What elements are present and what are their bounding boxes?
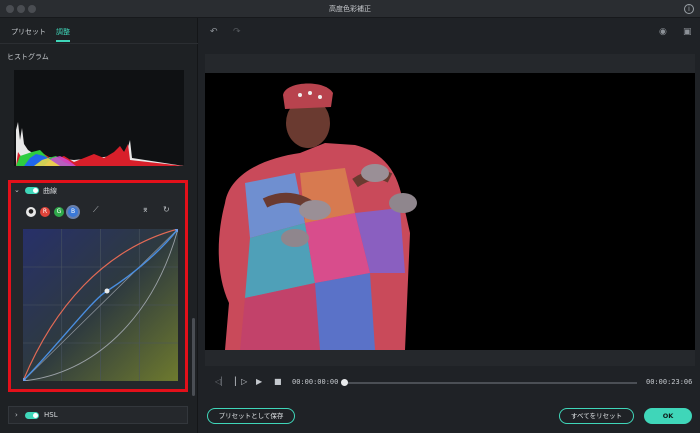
video-preview <box>205 73 695 350</box>
chevron-down-icon[interactable]: ⌄ <box>14 186 20 194</box>
timeline-playhead[interactable] <box>341 379 348 386</box>
hsl-section[interactable]: › HSL <box>8 406 188 424</box>
stop-icon[interactable]: ■ <box>274 377 282 386</box>
save-preset-button[interactable]: プリセットとして保存 <box>207 408 295 424</box>
pin-icon[interactable]: ⌆ <box>142 205 149 214</box>
curves-label: 曲線 <box>43 187 57 195</box>
reset-all-button[interactable]: すべてをリセット <box>559 408 634 424</box>
channel-r-button[interactable]: R <box>40 207 50 217</box>
adjustment-panel: プリセット 調整 ヒストグラム ⌄ 曲線 ● R G B ⟋ ⌆ ↻ › HSL <box>0 18 198 433</box>
current-timecode: 00:00:00:00 <box>292 378 339 386</box>
eyedropper-icon[interactable]: ⟋ <box>93 205 99 215</box>
redo-icon[interactable]: ↷ <box>233 27 241 37</box>
chevron-right-icon[interactable]: › <box>15 411 18 419</box>
window-title: 高度色彩補正 <box>329 5 371 13</box>
channel-b-button[interactable]: B <box>68 207 78 217</box>
timeline-slider[interactable] <box>345 382 637 384</box>
histogram-chart <box>14 70 184 166</box>
video-frame <box>205 73 695 350</box>
reset-curve-icon[interactable]: ↻ <box>163 205 170 214</box>
playback-controls: ◁▏ ▏▷ ▶ ■ 00:00:00:00 00:00:23:06 <box>205 372 695 394</box>
info-icon[interactable]: i <box>684 4 694 14</box>
panel-scrollbar[interactable] <box>192 318 195 396</box>
curve-point-mid[interactable] <box>104 288 110 294</box>
curves-section: ⌄ 曲線 ● R G B ⟋ ⌆ ↻ <box>8 180 188 392</box>
step-play-icon[interactable]: ▏▷ <box>235 377 247 386</box>
histogram-label: ヒストグラム <box>7 53 49 61</box>
undo-icon[interactable]: ↶ <box>210 27 218 37</box>
eye-icon[interactable]: ◉ <box>659 27 667 37</box>
curves-toggle[interactable] <box>25 187 39 194</box>
compare-view-icon[interactable]: ▣ <box>683 27 692 37</box>
channel-all-button[interactable]: ● <box>26 207 36 217</box>
channel-g-button[interactable]: G <box>54 207 64 217</box>
previous-frame-icon[interactable]: ◁▏ <box>215 377 227 386</box>
panel-tabs: プリセット 調整 <box>0 18 198 44</box>
ok-button[interactable]: OK <box>644 408 692 424</box>
curve-graph[interactable] <box>23 229 178 381</box>
active-tab-indicator <box>56 40 70 42</box>
hsl-label: HSL <box>44 411 58 419</box>
play-icon[interactable]: ▶ <box>256 377 262 386</box>
color-correction-window: 高度色彩補正 i プリセット 調整 ヒストグラム ⌄ 曲線 ● R G B ⟋ … <box>0 0 700 433</box>
total-timecode: 00:00:23:06 <box>646 378 693 386</box>
tab-presets[interactable]: プリセット <box>11 27 46 37</box>
tab-adjust[interactable]: 調整 <box>56 27 70 37</box>
title-bar: 高度色彩補正 i <box>0 0 700 18</box>
hsl-toggle[interactable] <box>25 412 39 419</box>
